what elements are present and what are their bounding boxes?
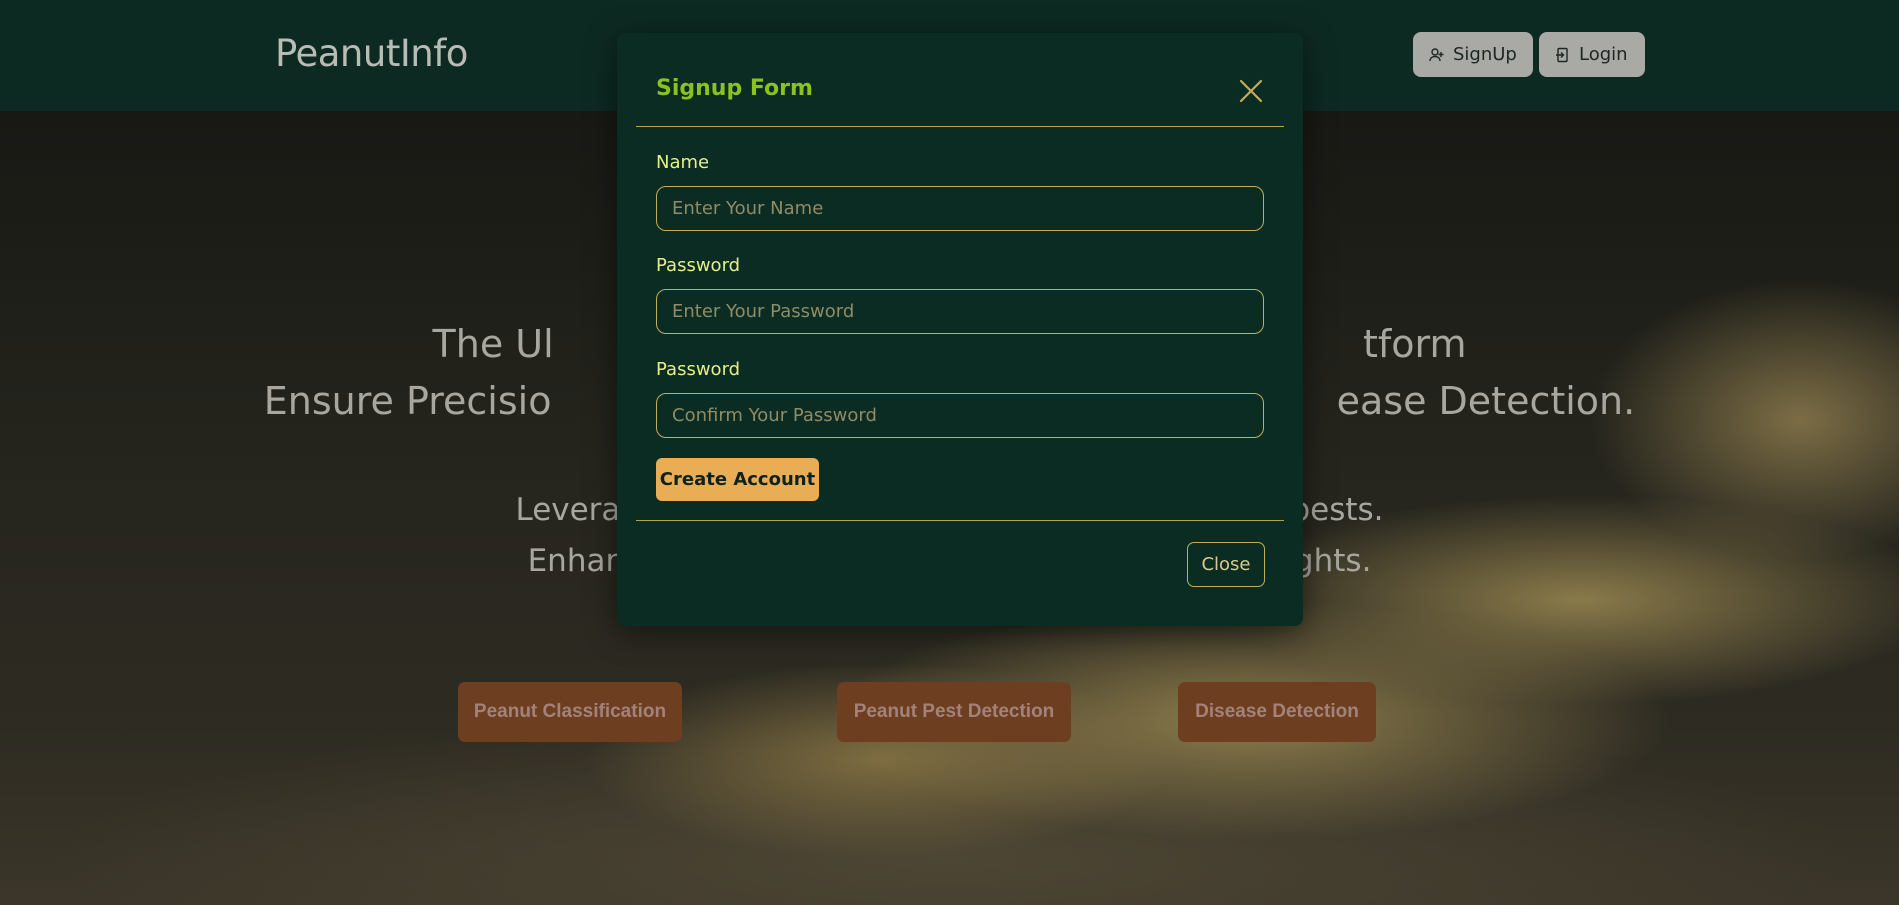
password-label: Password — [656, 255, 741, 276]
password-input[interactable] — [656, 289, 1264, 334]
close-button[interactable]: Close — [1187, 542, 1265, 587]
modal-header-divider — [636, 126, 1284, 127]
modal-title: Signup Form — [656, 76, 813, 101]
confirm-password-label: Password — [656, 359, 741, 380]
create-account-button[interactable]: Create Account — [656, 458, 819, 501]
confirm-password-input[interactable] — [656, 393, 1264, 438]
signup-modal: Signup Form Name Password Password Creat… — [617, 33, 1303, 626]
close-icon[interactable] — [1237, 77, 1265, 105]
name-label: Name — [656, 152, 710, 173]
modal-footer-divider — [636, 520, 1284, 521]
name-input[interactable] — [656, 186, 1264, 231]
